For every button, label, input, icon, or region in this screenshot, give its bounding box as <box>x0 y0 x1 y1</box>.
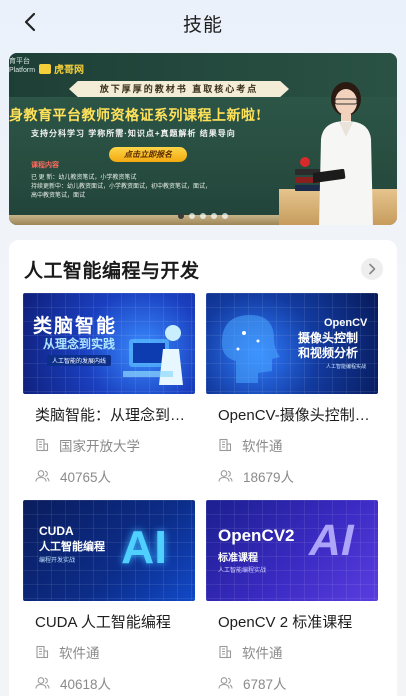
thumb-subtitle: 标准课程 <box>218 553 258 564</box>
thumb-title: 类脑智能 <box>33 316 118 337</box>
course-title: OpenCV-摄像头控制和视频分析 <box>218 407 376 424</box>
brand-logo-icon <box>39 63 51 74</box>
banner-content-heading: 课程内容 <box>31 162 59 169</box>
course-learners: 40618人 <box>35 673 111 693</box>
thumb-tag: 人工智能编程实战 <box>218 568 267 574</box>
banner-ribbon: 放下厚厚的教材书 直取核心考点 <box>69 81 289 97</box>
course-card[interactable]: OpenCV2 标准课程 人工智能编程实战 AI OpenCV 2 标准课程 软… <box>206 500 378 692</box>
provider-name: 软件通 <box>59 646 100 661</box>
banner-logo-line2: Platform <box>9 67 36 74</box>
course-thumbnail: CUDA 人工智能编程 编程开发实战 AI <box>23 500 195 601</box>
users-icon <box>218 677 233 689</box>
robot-illustration <box>123 325 183 385</box>
course-card[interactable]: 类脑智能 从理念到实践 人工智能的发展内线 类脑智能：从理念到实践 国家开放大学 <box>23 293 195 485</box>
carousel-dot[interactable] <box>211 213 217 219</box>
course-thumbnail: OpenCV 摄像头控制 和视频分析 人工智能编程实战 <box>206 293 378 394</box>
thumb-tag: 人工智能编程实战 <box>326 364 367 370</box>
course-title: 类脑智能：从理念到实践 <box>35 407 193 424</box>
building-icon <box>219 645 232 659</box>
banner-logo-line1: 育平台 <box>9 58 30 65</box>
banner-content-line: 持续更新中：幼儿教资面试，小学教资面试，初中教资笔试，面试， <box>31 184 212 190</box>
course-card[interactable]: OpenCV 摄像头控制 和视频分析 人工智能编程实战 OpenCV-摄像头控制… <box>206 293 378 485</box>
building-icon <box>36 438 49 452</box>
provider-name: 软件通 <box>242 439 283 454</box>
carousel-dot[interactable] <box>222 213 228 219</box>
banner-subline: 支持分科学习 学称所需·知识点+真题解析 结果导向 <box>31 129 236 138</box>
promo-banner[interactable]: 育平台 Platform 虎哥网 放下厚厚的教材书 直取核心考点 身教育平台教师… <box>9 53 397 225</box>
page-title: 技能 <box>182 15 223 36</box>
thumb-title: CUDA <box>39 524 74 538</box>
brand-name: 虎哥网 <box>54 65 84 76</box>
carousel-indicator <box>9 213 397 219</box>
course-learners: 40765人 <box>35 466 111 486</box>
chevron-right-icon <box>369 263 376 275</box>
banner-cta-button[interactable]: 点击立即报名 <box>109 147 187 162</box>
apple-icon <box>300 157 310 167</box>
users-icon <box>35 677 50 689</box>
course-learners: 6787人 <box>218 673 287 693</box>
learner-count: 6787人 <box>243 677 287 692</box>
building-icon <box>219 438 232 452</box>
teacher-illustration <box>313 82 373 225</box>
building-icon <box>36 645 49 659</box>
course-thumbnail: 类脑智能 从理念到实践 人工智能的发展内线 <box>23 293 195 394</box>
thumb-tag: 编程开发实战 <box>39 558 76 564</box>
course-provider: 软件通 <box>218 435 283 455</box>
banner-logo-text: 育平台 Platform <box>9 57 35 75</box>
thumb-subtitle: 从理念到实践 <box>43 337 116 351</box>
carousel-dot[interactable] <box>200 213 206 219</box>
course-provider: 软件通 <box>218 642 283 662</box>
thumb-tag: 人工智能的发展内线 <box>47 355 112 366</box>
thumb-ai-text: AI <box>121 521 167 573</box>
course-learners: 18679人 <box>218 466 294 486</box>
thumb-title: OpenCV2 <box>218 526 295 545</box>
banner-headline: 身教育平台教师资格证系列课程上新啦! <box>9 108 263 124</box>
users-icon <box>218 470 233 482</box>
course-thumbnail: OpenCV2 标准课程 人工智能编程实战 AI <box>206 500 378 601</box>
head-illustration <box>221 315 280 383</box>
provider-name: 软件通 <box>242 646 283 661</box>
course-title: OpenCV 2 标准课程 <box>218 614 353 631</box>
users-icon <box>35 470 50 482</box>
course-provider: 软件通 <box>35 642 100 662</box>
course-title: CUDA 人工智能编程 <box>35 614 171 631</box>
course-card[interactable]: CUDA 人工智能编程 编程开发实战 AI CUDA 人工智能编程 软件通 40… <box>23 500 195 692</box>
course-provider: 国家开放大学 <box>35 435 140 455</box>
learner-count: 40765人 <box>60 470 112 485</box>
carousel-dot[interactable] <box>178 213 184 219</box>
thumb-title: OpenCV <box>324 317 368 329</box>
section-title: 人工智能编程与开发 <box>24 261 200 282</box>
thumb-subtitle-2: 和视频分析 <box>298 346 359 360</box>
provider-name: 国家开放大学 <box>59 439 140 454</box>
banner-content-line: 高中教资笔试，面试 <box>31 193 86 199</box>
banner-brand: 虎哥网 <box>39 61 84 76</box>
thumb-subtitle: 人工智能编程 <box>39 541 105 553</box>
carousel-dot[interactable] <box>189 213 195 219</box>
section-more-button[interactable] <box>361 258 383 280</box>
course-section: 人工智能编程与开发 类脑智能 从理念到实践 人工智能的发展内线 类脑智能：从理念… <box>9 240 397 696</box>
learner-count: 18679人 <box>243 470 295 485</box>
top-bar: 技能 <box>0 0 406 44</box>
banner-content-line: 已 更 新：幼儿教资笔试，小学教资笔试 <box>31 175 137 181</box>
learner-count: 40618人 <box>60 677 112 692</box>
